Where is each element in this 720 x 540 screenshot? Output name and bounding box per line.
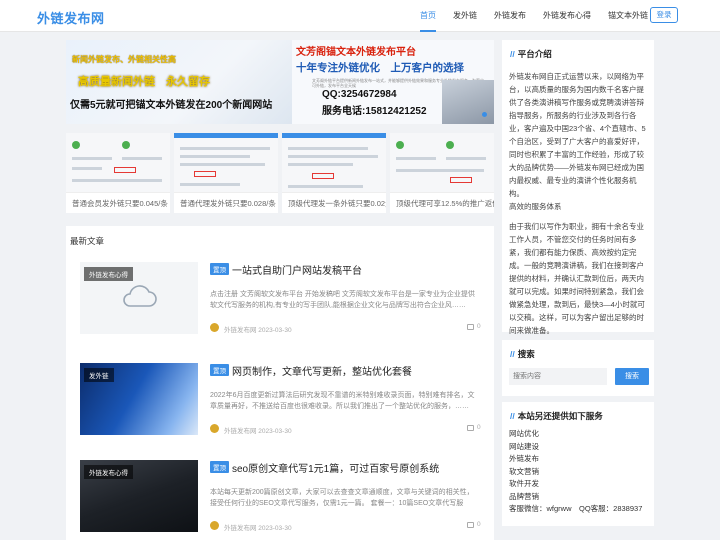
article-meta: 置顶 seo原创文章代写1元1篇，可过百家号原创系统 本站每天更新200篇原创文…: [210, 460, 486, 536]
slash-icon: //: [510, 349, 515, 359]
price-highlight: [450, 177, 472, 183]
service-item[interactable]: 品牌营销: [509, 491, 651, 504]
service-item[interactable]: 网站建设: [509, 441, 651, 454]
promo-caption: 顶级代理可享12.5%的推广返佣: [396, 199, 494, 208]
nav-item-link-publish[interactable]: 外链发布: [494, 0, 526, 32]
promo-thumbnails: 普通会员发外链只要0.045/条 普通代理发外链只要0.028/条 顶级代理发一…: [66, 133, 494, 213]
comment-count: 0: [477, 521, 481, 528]
article-thumbnail[interactable]: 外链发布心得: [80, 262, 198, 334]
price-highlight: [114, 167, 136, 173]
services-list: 网站优化 网站建设 外链发布 软文营销 软件开发 品牌营销 客服微信：wfgrw…: [509, 428, 651, 516]
promo-card[interactable]: 普通代理发外链只要0.028/条: [174, 133, 278, 213]
article-excerpt: 本站每天更新200篇原创文章，大家可以去查查文章通顺度，文章与关键词的相关性，接…: [210, 489, 474, 507]
promo-screenshot: [174, 133, 278, 193]
banner-qq: QQ:3254672984: [322, 89, 397, 100]
banner-platform-title: 文芳阁锚文本外链发布平台: [296, 47, 416, 58]
banner-right-panel: 文芳阁锚文本外链发布平台 十年专注外链优化 上万客户的选择 文芳阁外链平台提供新…: [292, 40, 494, 124]
article-author-date: 外链发布网 2023-03-30: [224, 428, 292, 435]
comment-icon: [467, 324, 474, 330]
article-item: 发外链 置顶 网页制作，文章代写更新，整站优化套餐 2022年6月百度更新过算法…: [80, 363, 486, 439]
article-author-date: 外链发布网 2023-03-30: [224, 525, 292, 532]
article-excerpt: 2022年6月百度更新过算法后研究发现不靠谱的米特别难收录页面，特别难有排名，文…: [210, 392, 475, 410]
sidebar-heading: //搜索: [510, 349, 535, 359]
pinned-badge: 置顶: [210, 461, 229, 473]
site-logo[interactable]: 外链发布网: [37, 8, 105, 27]
nav-item-home[interactable]: 首页: [420, 0, 436, 32]
service-item[interactable]: 软文营销: [509, 466, 651, 479]
article-author-date: 外链发布网 2023-03-30: [224, 327, 292, 334]
article-category-tag[interactable]: 外链发布心得: [84, 267, 133, 281]
promo-card[interactable]: 普通会员发外链只要0.045/条: [66, 133, 170, 213]
comment-count: 0: [477, 323, 481, 330]
article-title[interactable]: seo原创文章代写1元1篇，可过百家号原创系统: [232, 460, 439, 475]
article-category-tag[interactable]: 外链发布心得: [84, 465, 133, 479]
article-title[interactable]: 一站式自助门户网站发稿平台: [232, 262, 362, 277]
sidebar-intro-panel: //平台介绍 外链发布网自正式运营以来，以网络为平台，以高质量的服务为国内数千名…: [502, 40, 654, 335]
article-excerpt: 点击注册 文芳阁软文发布平台 开始发稿吧 文芳阁软文发布平台是一家专业为企业提供…: [210, 291, 475, 309]
keyboard-image: [442, 80, 494, 124]
promo-card[interactable]: 顶级代理发一条外链只要0.02元: [282, 133, 386, 213]
sidebar-heading: //平台介绍: [510, 49, 552, 59]
price-highlight: [312, 173, 334, 179]
login-button[interactable]: 登录: [650, 7, 678, 23]
article-thumbnail[interactable]: 外链发布心得: [80, 460, 198, 532]
main-nav: 首页 发外链 外链发布 外链发布心得 锚文本外链: [420, 0, 665, 32]
latest-articles-panel: 最新文章 外链发布心得 置顶 一站式自助门户网站发稿平台 点击注册 文芳阁软文发…: [66, 226, 494, 540]
carousel-dot[interactable]: [482, 112, 487, 117]
article-item: 外链发布心得 置顶 seo原创文章代写1元1篇，可过百家号原创系统 本站每天更新…: [80, 460, 486, 536]
service-item[interactable]: 外链发布: [509, 453, 651, 466]
top-navbar: 外链发布网 首页 发外链 外链发布 外链发布心得 锚文本外链 登录: [0, 0, 720, 32]
promo-screenshot: [282, 133, 386, 193]
search-button[interactable]: 搜索: [615, 368, 649, 385]
nav-item-publish-tips[interactable]: 外链发布心得: [543, 0, 591, 32]
article-thumbnail[interactable]: 发外链: [80, 363, 198, 435]
sidebar-search-panel: //搜索 搜索: [502, 340, 654, 396]
section-title: 最新文章: [70, 236, 105, 246]
nav-item-anchor-links[interactable]: 锚文本外链: [608, 0, 648, 32]
banner-left-panel: 新闻外链发布、外链相关性高 高质量新闻外链 永久留存 仅需5元就可把锚文本外链发…: [66, 40, 292, 124]
banner-line-1: 新闻外链发布、外链相关性高: [72, 55, 176, 64]
article-category-tag[interactable]: 发外链: [84, 368, 114, 382]
promo-caption: 顶级代理发一条外链只要0.02元: [288, 199, 386, 208]
intro-subheading: 高效的服务体系: [509, 202, 562, 211]
article-meta: 置顶 一站式自助门户网站发稿平台 点击注册 文芳阁软文发布平台 开始发稿吧 文芳…: [210, 262, 486, 338]
price-highlight: [194, 171, 216, 177]
pinned-badge: 置顶: [210, 364, 229, 376]
author-avatar-icon: [210, 323, 219, 332]
slash-icon: //: [510, 411, 515, 421]
banner-phone: 服务电话:15812421252: [322, 106, 427, 117]
pinned-badge: 置顶: [210, 263, 229, 275]
article-item: 外链发布心得 置顶 一站式自助门户网站发稿平台 点击注册 文芳阁软文发布平台 开…: [80, 262, 486, 338]
banner-slogan: 十年专注外链优化 上万客户的选择: [296, 62, 464, 74]
hero-banner[interactable]: 新闻外链发布、外链相关性高 高质量新闻外链 永久留存 仅需5元就可把锚文本外链发…: [66, 40, 494, 124]
author-avatar-icon: [210, 424, 219, 433]
comment-icon: [467, 425, 474, 431]
promo-screenshot: [390, 133, 494, 193]
intro-paragraph: 由于我们以写作为职业，拥有十余名专业工作人员，不管您交付的任务时间有多紧，我们都…: [509, 222, 645, 335]
promo-card[interactable]: 顶级代理可享12.5%的推广返佣: [390, 133, 494, 213]
sidebar-heading: //本站另还提供如下服务: [510, 411, 603, 421]
service-item[interactable]: 软件开发: [509, 478, 651, 491]
promo-screenshot: [66, 133, 170, 193]
banner-line-3: 仅需5元就可把锚文本外链发在200个新闻网站: [70, 100, 273, 111]
promo-caption: 普通代理发外链只要0.028/条: [180, 199, 276, 208]
sidebar-services-panel: //本站另还提供如下服务 网站优化 网站建设 外链发布 软文营销 软件开发 品牌…: [502, 402, 654, 526]
banner-line-2: 高质量新闻外链 永久留存: [78, 76, 210, 88]
cloud-icon: [123, 285, 157, 307]
contact-info: 客服微信：wfgrww QQ客服：2838937: [509, 504, 643, 513]
nav-item-post-links[interactable]: 发外链: [453, 0, 477, 32]
slash-icon: //: [510, 49, 515, 59]
article-meta: 置顶 网页制作，文章代写更新，整站优化套餐 2022年6月百度更新过算法后研究发…: [210, 363, 486, 439]
comment-icon: [467, 522, 474, 528]
author-avatar-icon: [210, 521, 219, 530]
article-title[interactable]: 网页制作，文章代写更新，整站优化套餐: [232, 363, 412, 378]
comment-count: 0: [477, 424, 481, 431]
service-item[interactable]: 网站优化: [509, 428, 651, 441]
promo-caption: 普通会员发外链只要0.045/条: [72, 199, 168, 208]
intro-paragraph: 外链发布网自正式运营以来，以网络为平台，以高质量的服务为国内数千名客户提供了各类…: [509, 72, 646, 198]
search-input[interactable]: [509, 368, 607, 385]
